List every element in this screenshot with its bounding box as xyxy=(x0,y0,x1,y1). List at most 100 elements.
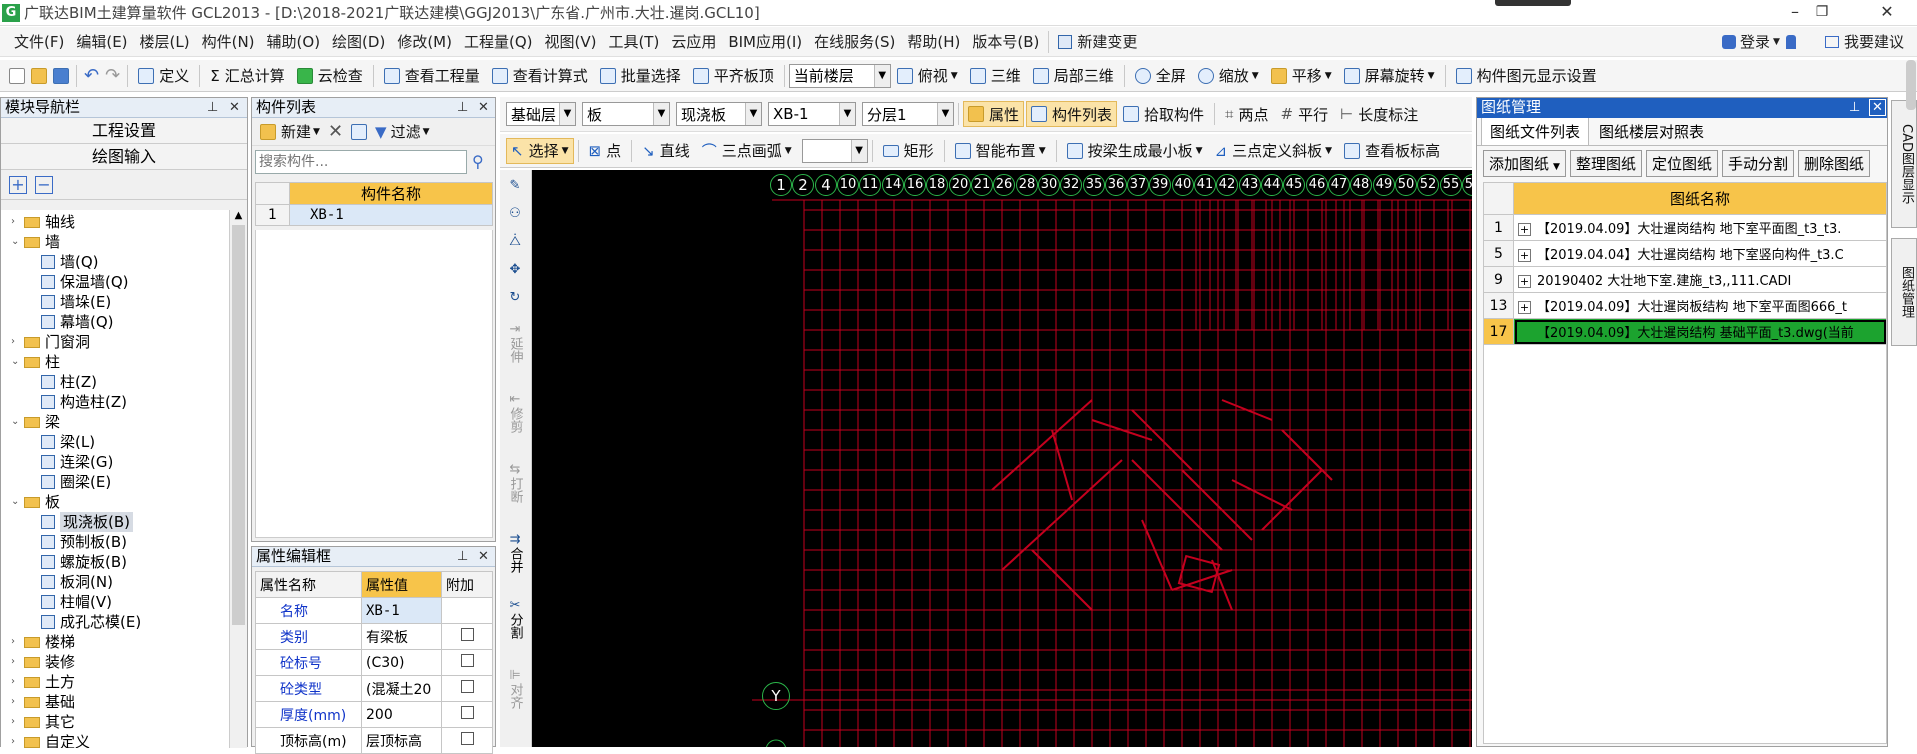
view-formula-button[interactable]: 查看计算式 xyxy=(486,65,594,86)
properties-toggle[interactable]: 属性 xyxy=(963,101,1025,127)
tree-item[interactable]: 墙(Q) xyxy=(41,252,99,272)
view-elevation-button[interactable]: 查看板标高 xyxy=(1338,140,1446,161)
chevron-down-icon[interactable]: ⌄ xyxy=(11,352,21,372)
component-name-cell[interactable]: XB-1 xyxy=(289,204,493,226)
chevron-right-icon[interactable]: › xyxy=(11,332,21,352)
tree-item[interactable]: 预制板(B) xyxy=(41,532,127,552)
open-button[interactable] xyxy=(28,67,50,84)
tree-item[interactable]: 柱(Z) xyxy=(41,372,97,392)
tree-folder[interactable]: › 门窗洞 xyxy=(11,332,90,352)
component-select[interactable]: XB-1 ▼ xyxy=(768,102,856,126)
merge-tool[interactable]: ⇉ 合并 xyxy=(502,532,528,573)
tree-item[interactable]: 幕墙(Q) xyxy=(41,312,114,332)
undo-button[interactable]: ↶ xyxy=(81,65,102,86)
pan-button[interactable]: 平移 ▼ xyxy=(1265,65,1338,86)
sublayer-select[interactable]: 分层1 ▼ xyxy=(862,102,954,126)
tree-folder[interactable]: › 基础 xyxy=(11,692,75,712)
pin-icon[interactable]: ⊥ xyxy=(457,98,468,117)
menu-version[interactable]: 版本号(B) xyxy=(966,31,1045,52)
define-button[interactable]: 定义 xyxy=(132,65,195,86)
menu-view[interactable]: 视图(V) xyxy=(538,31,602,52)
tree-item[interactable]: 梁(L) xyxy=(41,432,95,452)
rect-tool[interactable]: 矩形 xyxy=(877,140,940,161)
component-list-toggle[interactable]: 构件列表 xyxy=(1026,101,1118,127)
by-beam-button[interactable]: 按梁生成最小板 ▼ xyxy=(1061,140,1209,161)
chevron-right-icon[interactable]: › xyxy=(11,712,21,732)
split-tool[interactable]: ✂ 分割 xyxy=(502,598,528,639)
add-drawing-button[interactable]: 添加图纸 ▼ xyxy=(1483,149,1566,177)
display-settings-button[interactable]: 构件图元显示设置 xyxy=(1450,65,1603,86)
close-icon[interactable]: ✕ xyxy=(478,98,489,117)
move-tool[interactable]: ✥ xyxy=(502,262,528,277)
menu-cloud[interactable]: 云应用 xyxy=(665,31,722,52)
cloud-check-button[interactable]: 云检查 xyxy=(291,65,369,86)
menu-quantity[interactable]: 工程量(Q) xyxy=(458,31,539,52)
table-row[interactable]: 厚度(mm) 200 xyxy=(255,701,493,728)
scroll-thumb[interactable] xyxy=(232,225,245,625)
mirror-tool[interactable]: ⧊ xyxy=(502,234,528,249)
chevron-down-icon[interactable]: ⌄ xyxy=(11,492,21,512)
tree-folder[interactable]: › 轴线 xyxy=(11,212,75,232)
table-row[interactable]: 类别 有梁板 xyxy=(255,623,493,650)
checkbox[interactable] xyxy=(460,680,474,693)
tree-item[interactable]: 板洞(N) xyxy=(41,572,113,592)
suggest-button[interactable]: 我要建议 xyxy=(1825,31,1904,52)
cad-layer-tab[interactable]: CAD图层显示 xyxy=(1891,100,1917,228)
drawing-row[interactable]: 5 + 【2019.04.04】大壮暹岗结构 地下室竖向构件_t3.C xyxy=(1483,240,1887,267)
locate-drawing-button[interactable]: 定位图纸 xyxy=(1645,149,1718,177)
table-row[interactable]: 顶标高(m) 层顶标高 xyxy=(255,727,493,754)
length-dim-button[interactable]: ⊢ 长度标注 xyxy=(1334,104,1424,125)
redo-button[interactable]: ↷ xyxy=(102,65,123,86)
zoom-button[interactable]: 缩放 ▼ xyxy=(1192,65,1265,86)
new-change-button[interactable]: 新建变更 xyxy=(1052,31,1143,52)
rotate-tool[interactable]: ↻ xyxy=(502,290,528,305)
expand-icon[interactable]: + xyxy=(1518,301,1531,314)
arrange-drawing-button[interactable]: 整理图纸 xyxy=(1569,149,1642,177)
tree-folder[interactable]: ⌄ 柱 xyxy=(11,352,60,372)
collapse-all-icon[interactable]: − xyxy=(35,176,53,194)
chevron-right-icon[interactable]: › xyxy=(11,692,21,712)
expand-icon[interactable]: + xyxy=(1518,275,1531,288)
summary-calc-button[interactable]: Σ 汇总计算 xyxy=(204,65,291,86)
tree-folder[interactable]: › 其它 xyxy=(11,712,75,732)
window-scrollbar[interactable] xyxy=(1906,60,1916,110)
chevron-down-icon[interactable]: ⌄ xyxy=(11,232,21,252)
drawing-row[interactable]: 17 【2019.04.09】大壮暹岗结构 基础平面_t3.dwg(当前 xyxy=(1483,318,1887,345)
menu-online[interactable]: 在线服务(S) xyxy=(808,31,901,52)
prop-value[interactable]: 有梁板 xyxy=(361,623,442,650)
drawing-name-cell[interactable]: 【2019.04.09】大壮暹岗结构 基础平面_t3.dwg(当前 xyxy=(1513,318,1887,345)
smart-layout-button[interactable]: 智能布置 ▼ xyxy=(949,140,1052,161)
save-button[interactable] xyxy=(50,67,72,84)
checkbox[interactable] xyxy=(460,654,474,667)
menu-draw[interactable]: 绘图(D) xyxy=(326,31,391,52)
chevron-right-icon[interactable]: › xyxy=(11,732,21,748)
local-3d-button[interactable]: 局部三维 xyxy=(1027,65,1120,86)
prop-value[interactable]: (C30) xyxy=(361,649,442,676)
tree-folder[interactable]: › 装修 xyxy=(11,652,75,672)
top-view-button[interactable]: 俯视 ▼ xyxy=(891,65,964,86)
pin-icon[interactable]: ⊥ xyxy=(457,547,468,566)
tree-item[interactable]: 连梁(G) xyxy=(41,452,113,472)
delete-drawing-button[interactable]: 删除图纸 xyxy=(1797,149,1870,177)
filter-button[interactable]: ▼ 过滤 ▼ xyxy=(371,121,433,142)
parallel-button[interactable]: # 平行 xyxy=(1275,104,1335,125)
table-row[interactable]: 1 XB-1 xyxy=(255,204,493,226)
checkbox[interactable] xyxy=(460,732,474,745)
layer-select[interactable]: 基础层 ▼ xyxy=(506,102,576,126)
batch-select-button[interactable]: 批量选择 xyxy=(594,65,687,86)
menu-component[interactable]: 构件(N) xyxy=(196,31,261,52)
arc-option-select[interactable]: ▼ xyxy=(801,138,868,163)
close-icon[interactable]: ✕ xyxy=(229,98,240,117)
screen-rotate-button[interactable]: 屏幕旋转 ▼ xyxy=(1338,65,1441,86)
drawing-manager-tab[interactable]: 图纸管理 xyxy=(1891,238,1917,346)
drawing-input-button[interactable]: 绘图输入 xyxy=(1,144,247,170)
tree-folder[interactable]: › 自定义 xyxy=(11,732,90,748)
prop-value[interactable]: 200 xyxy=(361,701,442,728)
chevron-right-icon[interactable]: › xyxy=(11,672,21,692)
slope-slab-button[interactable]: ⊿ 三点定义斜板 ▼ xyxy=(1209,140,1339,161)
view-quantity-button[interactable]: 查看工程量 xyxy=(378,65,486,86)
extend-tool[interactable]: ⇥ 延伸 xyxy=(502,322,528,363)
pin-icon[interactable]: ⊥ xyxy=(207,98,218,117)
tree-item[interactable]: 墙垛(E) xyxy=(41,292,111,312)
drawing-name-cell[interactable]: + 【2019.04.09】大壮暹岗板结构 地下室平面图666_t xyxy=(1513,292,1887,319)
